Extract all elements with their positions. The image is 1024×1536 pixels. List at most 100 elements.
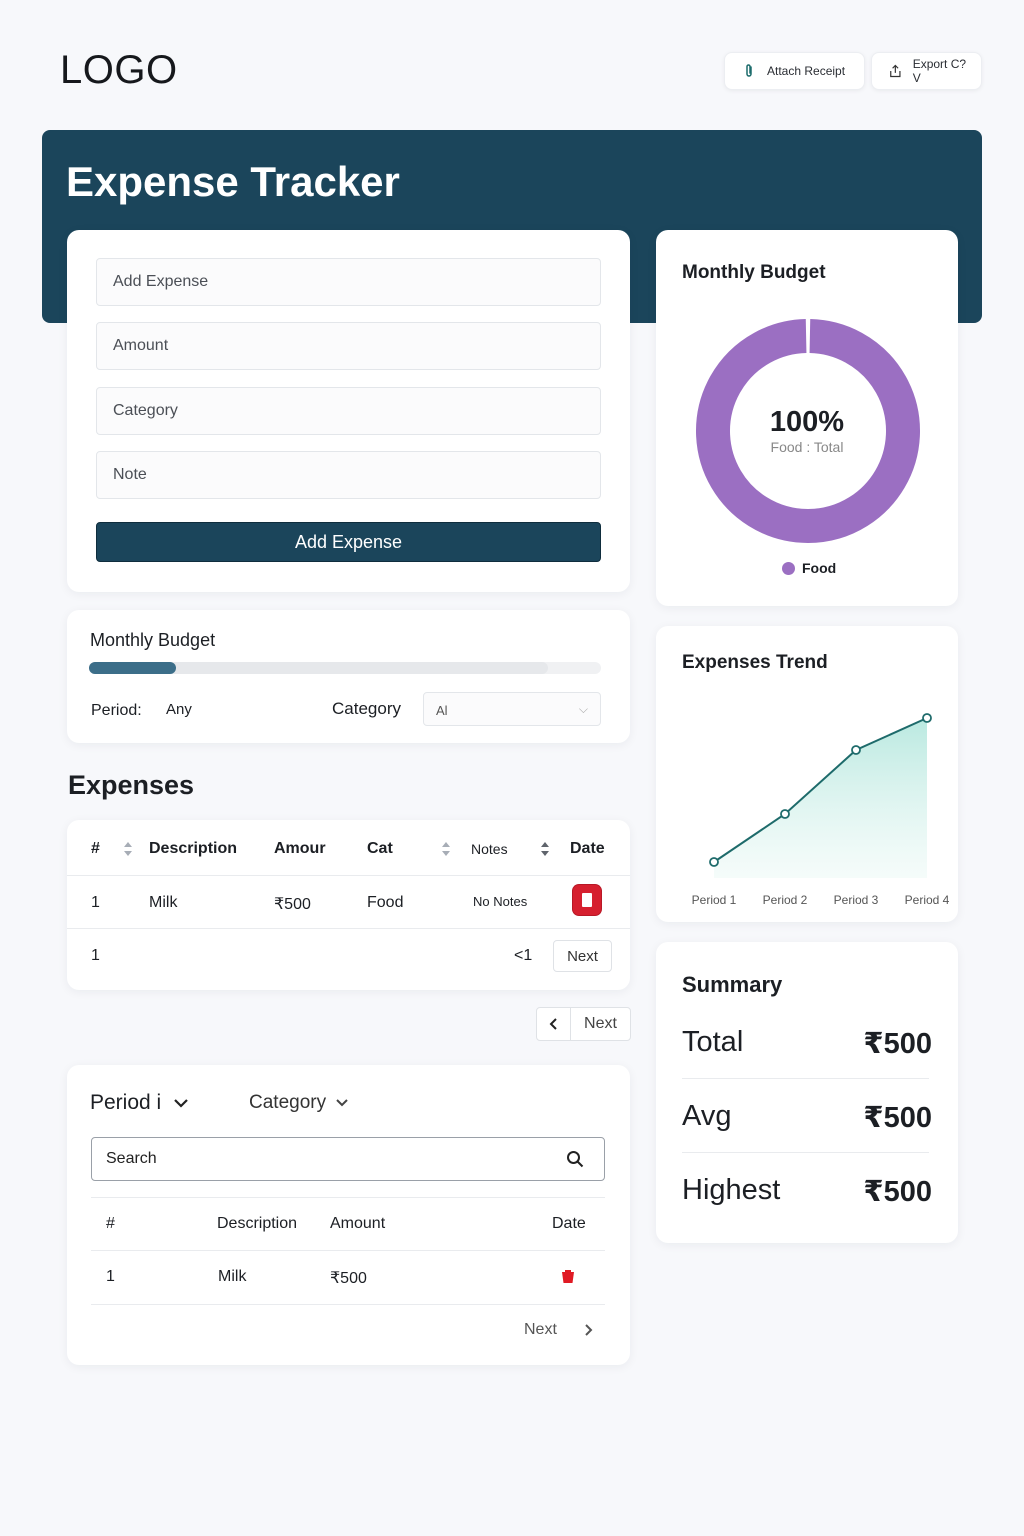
summary-title: Summary	[682, 972, 783, 997]
budget-progress-fill	[89, 662, 177, 674]
period-label: Period:	[91, 702, 142, 719]
col-header-number: #	[106, 1215, 115, 1232]
upload-icon	[890, 64, 901, 78]
chevron-down-icon	[336, 1099, 349, 1107]
trend-point	[780, 809, 790, 819]
budget-title: Monthly Budget	[90, 630, 216, 650]
category-dropdown[interactable]: Category	[249, 1092, 349, 1114]
summary-avg-label: Avg	[682, 1100, 732, 1132]
table-divider	[67, 875, 630, 876]
filtered-expenses-card: Period i Category # Description Amount D…	[67, 1065, 630, 1365]
col-header-amount[interactable]: Amour	[274, 840, 326, 858]
pager-prev[interactable]: <1	[514, 947, 532, 965]
pager-next-button[interactable]: Next	[553, 940, 612, 972]
trend-point	[709, 857, 719, 867]
table-divider	[91, 1250, 605, 1251]
col-header-date[interactable]: Date	[570, 840, 605, 858]
sort-icon[interactable]	[441, 842, 451, 856]
legend-swatch	[782, 562, 795, 575]
table-divider	[67, 928, 630, 929]
summary-total-value: ₹500	[863, 1028, 932, 1060]
summary-highest-row: Highest ₹500	[682, 1174, 932, 1208]
summary-highest-label: Highest	[682, 1174, 781, 1206]
prev-page-button[interactable]	[536, 1007, 571, 1041]
summary-avg-value: ₹500	[863, 1102, 932, 1134]
col-header-category[interactable]: Cat	[367, 840, 393, 858]
attach-receipt-button[interactable]: Attach Receipt	[724, 52, 865, 90]
summary-highest-value: ₹500	[863, 1176, 932, 1208]
budget-filter-card: Monthly Budget Period: Any Category Al ⌵	[67, 610, 630, 743]
summary-divider	[682, 1078, 929, 1079]
expenses-heading: Expenses	[68, 770, 195, 800]
col-header-notes[interactable]: Notes	[471, 841, 508, 857]
col-header-number: #	[91, 840, 100, 857]
col-header-description[interactable]: Description	[149, 840, 237, 858]
table-footer-count: 1	[91, 947, 100, 964]
category-input[interactable]	[96, 387, 601, 435]
logo: LOGO	[60, 48, 178, 92]
trend-point	[851, 745, 861, 755]
row-category: Food	[367, 894, 404, 911]
chevron-down-icon: ⌵	[578, 702, 588, 716]
period-value[interactable]: Any	[166, 701, 192, 718]
expense-name-input[interactable]	[96, 258, 601, 306]
delete-button[interactable]	[573, 885, 601, 915]
col-header-description: Description	[217, 1215, 298, 1232]
next-page-button[interactable]: Next	[570, 1007, 631, 1041]
attach-receipt-label: Attach Receipt	[767, 64, 846, 78]
trend-chart: Period 1 Period 2 Period 3 Period 4	[692, 713, 950, 907]
search-icon[interactable]	[566, 1150, 584, 1168]
next-link[interactable]: Next	[524, 1321, 557, 1339]
summary-total-label: Total	[682, 1026, 744, 1058]
sort-icon[interactable]	[540, 842, 550, 856]
x-tick-label: Period 2	[763, 893, 808, 907]
chevron-right-icon[interactable]	[584, 1323, 594, 1337]
page-title: Expense Tracker	[66, 158, 400, 205]
amount-input[interactable]	[96, 322, 601, 370]
summary-total-row: Total ₹500	[682, 1026, 932, 1060]
delete-icon[interactable]	[561, 1268, 575, 1284]
row-notes: No Notes	[473, 894, 528, 909]
category-select[interactable]: Al ⌵	[423, 692, 601, 726]
summary-card: Summary Total ₹500 Avg ₹500 Highest ₹500	[656, 942, 958, 1243]
x-tick-label: Period 4	[905, 893, 950, 907]
summary-avg-row: Avg ₹500	[682, 1100, 932, 1134]
sort-icon[interactable]	[123, 842, 133, 856]
paperclip-icon	[746, 64, 752, 77]
period-dropdown[interactable]: Period i	[90, 1091, 189, 1115]
row-number: 1	[91, 894, 100, 911]
monthly-budget-chart-card: Monthly Budget 100% Food : Total Food	[656, 230, 958, 606]
export-csv-label: Export C?V	[912, 57, 967, 85]
add-expense-button[interactable]: Add Expense	[96, 522, 601, 562]
x-tick-label: Period 3	[834, 893, 879, 907]
row-amount: ₹500	[330, 1270, 367, 1287]
donut-center-value: 100%	[769, 406, 845, 438]
add-expense-form: Add Expense	[67, 230, 630, 592]
x-tick-label: Period 1	[692, 893, 737, 907]
export-csv-button[interactable]: Export C?V	[871, 52, 982, 90]
row-description: Milk	[218, 1268, 247, 1285]
summary-divider	[682, 1152, 929, 1153]
category-dropdown-label: Category	[249, 1092, 327, 1113]
col-header-amount: Amount	[330, 1215, 386, 1232]
col-header-date: Date	[552, 1215, 586, 1232]
chevron-left-icon	[549, 1018, 557, 1030]
row-description: Milk	[149, 894, 178, 911]
expenses-trend-card: Expenses Trend Period 1 Period 2 Period 3P…	[656, 626, 958, 922]
search-input[interactable]	[91, 1137, 605, 1181]
period-dropdown-label: Period i	[90, 1091, 162, 1114]
chevron-down-icon	[174, 1099, 188, 1109]
category-select-value: Al	[436, 703, 448, 718]
table-divider	[91, 1304, 605, 1305]
budget-progress-bar	[89, 662, 601, 674]
expenses-table: # Description Amour Cat Notes Date 1 Mil…	[67, 820, 630, 990]
row-number: 1	[106, 1268, 115, 1285]
legend-label: Food	[802, 560, 837, 576]
category-filter-label: Category	[332, 699, 401, 718]
table-divider	[91, 1197, 605, 1198]
trend-area	[714, 718, 927, 878]
donut-center-label: Food : Total	[770, 439, 844, 455]
trend-point	[922, 713, 932, 723]
note-input[interactable]	[96, 451, 601, 499]
row-amount: ₹500	[274, 896, 311, 913]
